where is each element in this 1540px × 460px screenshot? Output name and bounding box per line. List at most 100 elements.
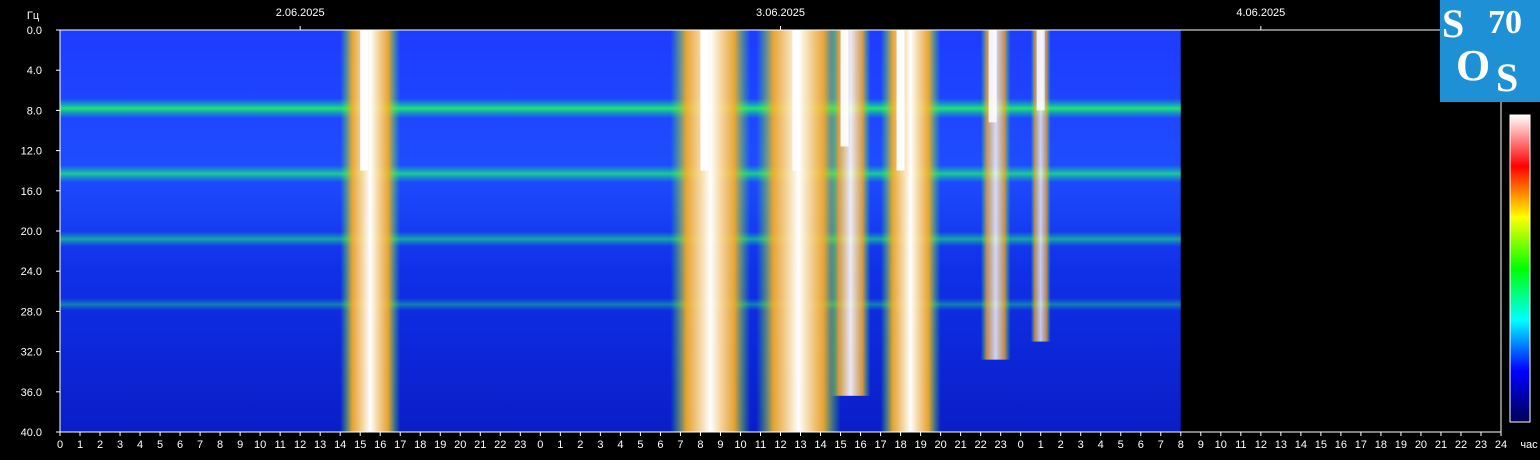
x-tick-label: 6 (177, 439, 183, 451)
burst-core-3 (792, 30, 801, 171)
x-tick-label: 15 (354, 439, 366, 451)
y-tick-label: 40.0 (21, 427, 42, 439)
x-tick-label: 14 (814, 439, 826, 451)
x-tick-label: 2 (577, 439, 583, 451)
x-tick-label: 10 (254, 439, 266, 451)
x-tick-label: 13 (1275, 439, 1287, 451)
x-tick-label: 0 (1018, 439, 1024, 451)
x-tick-label: 16 (374, 439, 386, 451)
y-tick-label: 4.0 (27, 65, 42, 77)
x-tick-label: 4 (617, 439, 623, 451)
x-tick-label: 8 (217, 439, 223, 451)
x-tick-label: 11 (274, 439, 285, 451)
burst-core-4 (840, 30, 849, 147)
x-tick-label: 3 (1078, 439, 1084, 451)
x-tick-label: 19 (434, 439, 446, 451)
x-tick-label: 5 (157, 439, 163, 451)
x-tick-label: 15 (834, 439, 846, 451)
x-tick-label: 8 (697, 439, 703, 451)
x-tick-label: 21 (955, 439, 967, 451)
x-tick-label: 24 (1495, 439, 1507, 451)
x-tick-label: 1 (1038, 439, 1044, 451)
x-tick-label: 18 (1375, 439, 1387, 451)
y-tick-label: 32.0 (21, 347, 42, 359)
x-tick-label: 20 (454, 439, 466, 451)
x-tick-label: 8 (1178, 439, 1184, 451)
x-tick-label: 18 (894, 439, 906, 451)
day-label: 3.06.2025 (756, 7, 805, 19)
y-tick-label: 36.0 (21, 387, 42, 399)
x-tick-label: 19 (914, 439, 926, 451)
y-axis-label: Гц (27, 10, 40, 22)
y-tick-label: 20.0 (21, 226, 42, 238)
x-tick-label: 9 (237, 439, 243, 451)
x-tick-label: 18 (414, 439, 426, 451)
burst-4 (830, 30, 871, 396)
x-tick-label: 23 (1475, 439, 1487, 451)
x-tick-label: 2 (1058, 439, 1064, 451)
y-tick-label: 0.0 (27, 25, 42, 37)
x-tick-label: 4 (1098, 439, 1104, 451)
x-tick-label: 9 (1198, 439, 1204, 451)
x-tick-label: 14 (1295, 439, 1307, 451)
x-tick-label: 11 (1235, 439, 1246, 451)
x-tick-label: 17 (394, 439, 406, 451)
x-tick-label: 10 (1215, 439, 1227, 451)
burst-1 (340, 30, 401, 432)
x-tick-label: 23 (514, 439, 526, 451)
spectrogram-chart: 0.0 4.0 8.0 12.0 16.0 20.0 24.0 28.0 32.0 36.0 40.… (21, 7, 1539, 451)
x-tick-label: 22 (1455, 439, 1467, 451)
colorbar (1509, 114, 1531, 423)
x-tick-label: 7 (197, 439, 203, 451)
x-tick-label: 19 (1395, 439, 1407, 451)
burst-core-7 (1036, 30, 1045, 111)
x-tick-label: 22 (975, 439, 987, 451)
x-tick-label: 7 (677, 439, 683, 451)
x-tick-label: 13 (314, 439, 326, 451)
x-tick-label: 0 (537, 439, 543, 451)
sos70-logo: S 70 O S (1440, 0, 1540, 102)
spectrogram-background (60, 30, 1181, 432)
day-label: 2.06.2025 (276, 7, 325, 19)
resonance-band-2 (60, 164, 1181, 183)
x-tick-label: 9 (717, 439, 723, 451)
x-tick-label: 20 (934, 439, 946, 451)
burst-5 (880, 30, 941, 432)
y-tick-label: 24.0 (21, 266, 42, 278)
x-tick-label: 14 (334, 439, 346, 451)
y-tick-label: 16.0 (21, 186, 42, 198)
x-tick-label: 6 (657, 439, 663, 451)
x-tick-label: 21 (474, 439, 486, 451)
resonance-band-3 (60, 231, 1181, 247)
x-tick-label: 12 (1255, 439, 1267, 451)
x-tick-label: 17 (1355, 439, 1367, 451)
x-tick-label: 6 (1138, 439, 1144, 451)
x-tick-label: 3 (597, 439, 603, 451)
x-tick-label: 2 (97, 439, 103, 451)
burst-core-5 (896, 30, 905, 171)
x-tick-label: 13 (794, 439, 806, 451)
logo-number: 70 (1488, 4, 1522, 41)
x-tick-label: 11 (755, 439, 766, 451)
x-tick-label: 5 (637, 439, 643, 451)
resonance-band-4 (60, 297, 1181, 311)
x-tick-label: 23 (995, 439, 1007, 451)
y-tick-label: 8.0 (27, 105, 42, 117)
x-axis-label: час (1520, 439, 1538, 451)
logo-letter-s-top: S (1442, 1, 1465, 46)
burst-2 (670, 30, 751, 432)
logo-letter-o: O (1456, 41, 1491, 90)
resonance-band-1 (60, 98, 1181, 119)
day-label: 4.06.2025 (1236, 7, 1285, 19)
x-tick-label: 12 (774, 439, 786, 451)
x-tick-label: 21 (1435, 439, 1447, 451)
x-tick-label: 4 (137, 439, 143, 451)
x-tick-label: 7 (1158, 439, 1164, 451)
x-tick-label: 15 (1315, 439, 1327, 451)
x-tick-label: 1 (557, 439, 563, 451)
x-tick-label: 20 (1415, 439, 1427, 451)
y-tick-label: 28.0 (21, 306, 42, 318)
x-tick-label: 22 (494, 439, 506, 451)
burst-core-2 (700, 30, 709, 171)
x-tick-label: 5 (1118, 439, 1124, 451)
